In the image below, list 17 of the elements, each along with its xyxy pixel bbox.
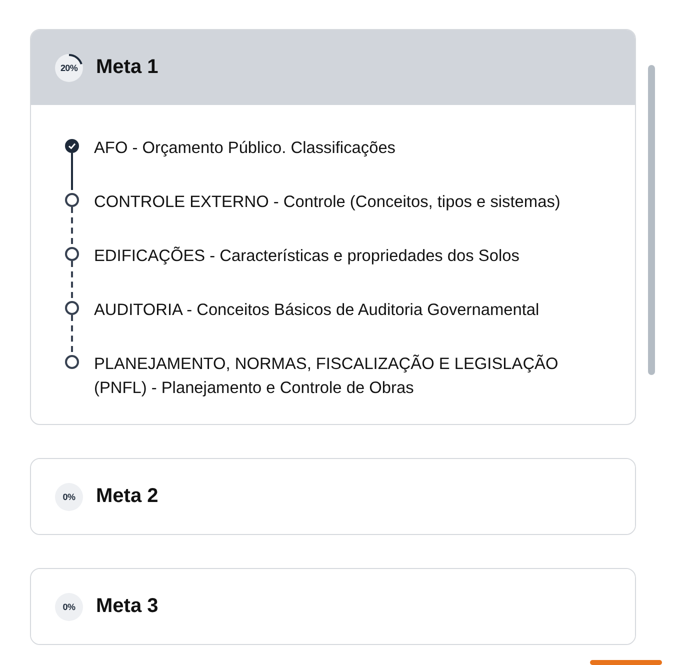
progress-ring-icon	[55, 54, 83, 82]
scrollbar[interactable]	[648, 65, 655, 375]
goal-header[interactable]: 20% Meta 1	[31, 30, 635, 105]
goal-header[interactable]: 0% Meta 3	[31, 569, 635, 644]
topic-label[interactable]: EDIFICAÇÕES - Características e propriedades dos Solos	[94, 244, 520, 298]
topic-label[interactable]: AFO - Orçamento Público. Classificações	[94, 136, 396, 190]
topic-label[interactable]: PLANEJAMENTO, NORMAS, FISCALIZAÇÃO E LEGISLAÇÃO (PNFL) - Planejamento e Controle de Obras	[94, 352, 611, 400]
progress-percent: 0%	[62, 602, 76, 612]
goal-title: Meta 3	[96, 595, 158, 618]
topic-label[interactable]: AUDITORIA - Conceitos Básicos de Auditoria Governamental	[94, 298, 540, 352]
goal-title: Meta 2	[96, 485, 158, 508]
floating-button[interactable]	[590, 660, 662, 665]
goal-header[interactable]: 0% Meta 2	[31, 459, 635, 534]
topic-label[interactable]: CONTROLE EXTERNO - Controle (Conceitos, tipos e sistemas)	[94, 190, 560, 244]
progress-percent: 0%	[62, 492, 76, 502]
progress-percent: 20%	[60, 62, 78, 72]
goal-title: Meta 1	[96, 56, 158, 79]
